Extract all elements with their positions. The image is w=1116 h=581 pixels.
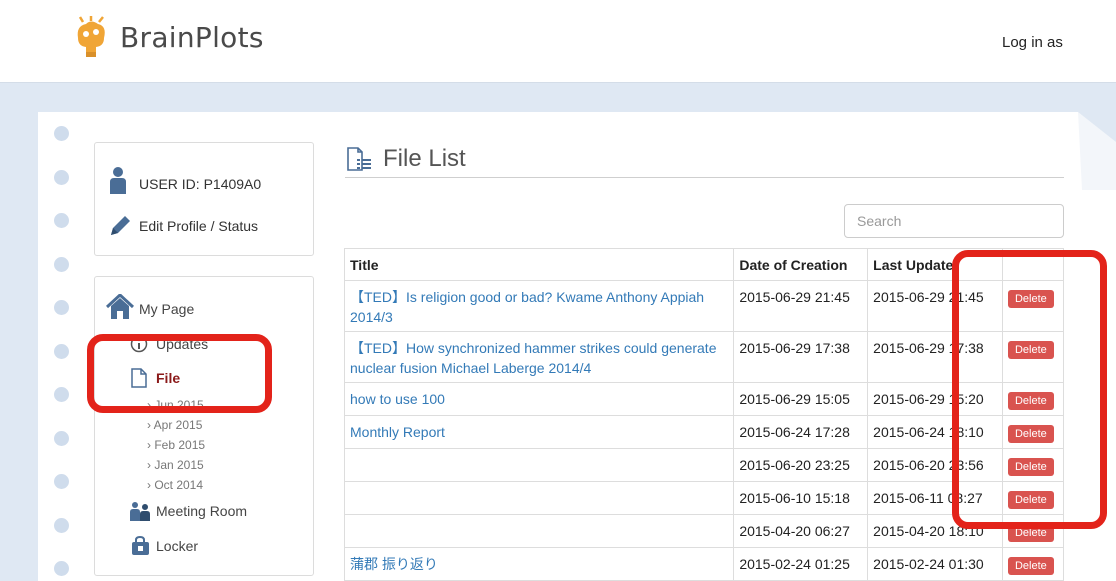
updated-date: 2015-02-24 01:30: [867, 547, 1003, 581]
user-id-text: USER ID: P1409A0: [139, 176, 262, 192]
nav-panel: [94, 276, 314, 576]
file-list-icon: [347, 146, 371, 171]
table-row: 蒲郡 振り返り 2015-02-24 01:25 2015-02-24 01:3…: [343, 547, 1065, 581]
home-icon: [106, 294, 134, 319]
highlight-delete-column: [952, 250, 1107, 529]
user-icon: [110, 167, 126, 194]
notebook-hole: [54, 257, 69, 272]
nav-my-page-label: My Page: [139, 301, 195, 317]
top-bar: BrainPlots Log in as: [0, 0, 1116, 83]
meeting-icon: [130, 502, 150, 521]
file-month-feb-2015[interactable]: › Feb 2015: [147, 438, 205, 452]
notebook-hole: [54, 431, 69, 446]
search-input[interactable]: [844, 204, 1064, 238]
created-date: 2015-06-29 17:38: [733, 331, 869, 383]
created-date: 2015-02-24 01:25: [733, 547, 869, 581]
locker-icon: [132, 536, 149, 555]
file-title-link[interactable]: 【TED】How synchronized hammer strikes cou…: [350, 340, 716, 376]
notebook-hole: [54, 170, 69, 185]
notebook-hole: [54, 126, 69, 141]
notebook-hole: [54, 518, 69, 533]
file-month-apr-2015[interactable]: › Apr 2015: [147, 418, 202, 432]
column-header-created[interactable]: Date of Creation: [733, 248, 869, 281]
file-title-link[interactable]: how to use 100: [350, 391, 445, 407]
pencil-icon: [111, 216, 130, 235]
created-date: 2015-06-20 23:25: [733, 448, 869, 482]
file-title-link[interactable]: 蒲郡 振り返り: [350, 556, 438, 572]
notebook-hole: [54, 344, 69, 359]
logo[interactable]: BrainPlots: [72, 16, 264, 58]
nav-meeting-room[interactable]: Meeting Room: [129, 501, 247, 521]
created-date: 2015-06-24 17:28: [733, 415, 869, 449]
notebook-hole: [54, 474, 69, 489]
created-date: 2015-06-10 15:18: [733, 481, 869, 515]
nav-my-page[interactable]: My Page: [106, 294, 194, 320]
created-date: 2015-06-29 15:05: [733, 382, 869, 416]
nav-meeting-room-label: Meeting Room: [156, 503, 248, 519]
login-link[interactable]: Log in as: [1002, 34, 1063, 51]
column-header-title[interactable]: Title: [343, 248, 735, 281]
edit-profile-link[interactable]: Edit Profile / Status: [108, 214, 258, 238]
page-title-row: File List: [345, 140, 1064, 178]
user-id-row: USER ID: P1409A0: [108, 166, 261, 194]
nav-locker[interactable]: Locker: [129, 536, 198, 556]
notebook-hole: [54, 300, 69, 315]
highlight-file-nav: [87, 334, 272, 413]
created-date: 2015-06-29 21:45: [733, 280, 869, 332]
notebook-hole: [54, 213, 69, 228]
nav-locker-label: Locker: [156, 538, 199, 554]
page-corner-fold: [1078, 112, 1116, 190]
notebook-hole: [54, 561, 69, 576]
delete-button[interactable]: Delete: [1007, 557, 1054, 575]
brain-logo-icon: [77, 16, 105, 57]
file-title-link[interactable]: 【TED】Is religion good or bad? Kwame Anth…: [350, 289, 704, 325]
logo-text: BrainPlots: [120, 20, 264, 54]
file-month-oct-2014[interactable]: › Oct 2014: [147, 478, 203, 492]
created-date: 2015-04-20 06:27: [733, 514, 869, 548]
file-month-jan-2015[interactable]: › Jan 2015: [147, 458, 204, 472]
file-title-link[interactable]: Monthly Report: [350, 424, 445, 440]
user-panel: [94, 142, 314, 256]
notebook-hole: [54, 387, 69, 402]
edit-profile-label: Edit Profile / Status: [139, 218, 259, 234]
page-title: File List: [383, 144, 466, 172]
